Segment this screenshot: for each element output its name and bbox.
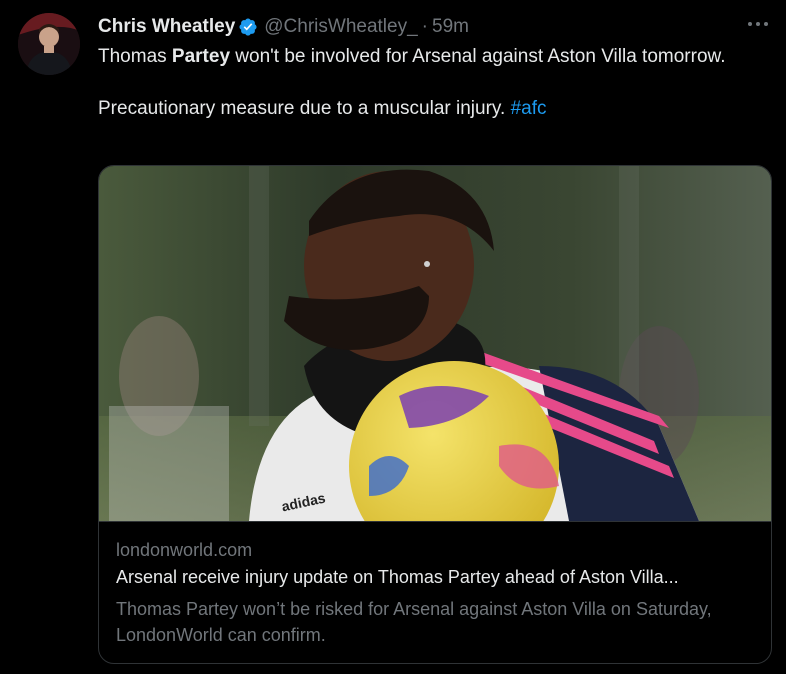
card-domain: londonworld.com bbox=[116, 540, 253, 560]
author-avatar[interactable] bbox=[18, 13, 80, 75]
tweet-text: Thomas Partey won't be involved for Arse… bbox=[98, 44, 758, 122]
separator-dot: · bbox=[421, 16, 428, 37]
card-meta[interactable]: londonworld.com Arsenal receive injury u… bbox=[99, 521, 771, 663]
verified-badge-icon[interactable] bbox=[238, 17, 258, 37]
link-preview-card[interactable]: adidas londonworld.com Arsenal receive i… bbox=[98, 165, 772, 664]
author-name[interactable]: Chris Wheatley bbox=[98, 16, 235, 38]
card-image[interactable]: adidas bbox=[99, 166, 771, 521]
tweet-text-line1: Thomas Partey won't be involved for Arse… bbox=[98, 46, 726, 67]
tweet-header: Chris Wheatley @ChrisWheatley_ · 59m bbox=[98, 14, 746, 40]
tweet-timestamp[interactable]: 59m bbox=[432, 16, 469, 38]
tweet-text-line2: Precautionary measure due to a muscular … bbox=[98, 98, 547, 119]
card-title[interactable]: Arsenal receive injury update on Thomas … bbox=[116, 567, 766, 588]
bold-name: Partey bbox=[171, 46, 231, 67]
more-options-icon[interactable] bbox=[744, 14, 772, 34]
author-handle[interactable]: @ChrisWheatley_ bbox=[264, 16, 417, 38]
hashtag-link[interactable]: #afc bbox=[511, 98, 547, 119]
card-description: Thomas Partey won’t be risked for Arsena… bbox=[116, 599, 712, 645]
